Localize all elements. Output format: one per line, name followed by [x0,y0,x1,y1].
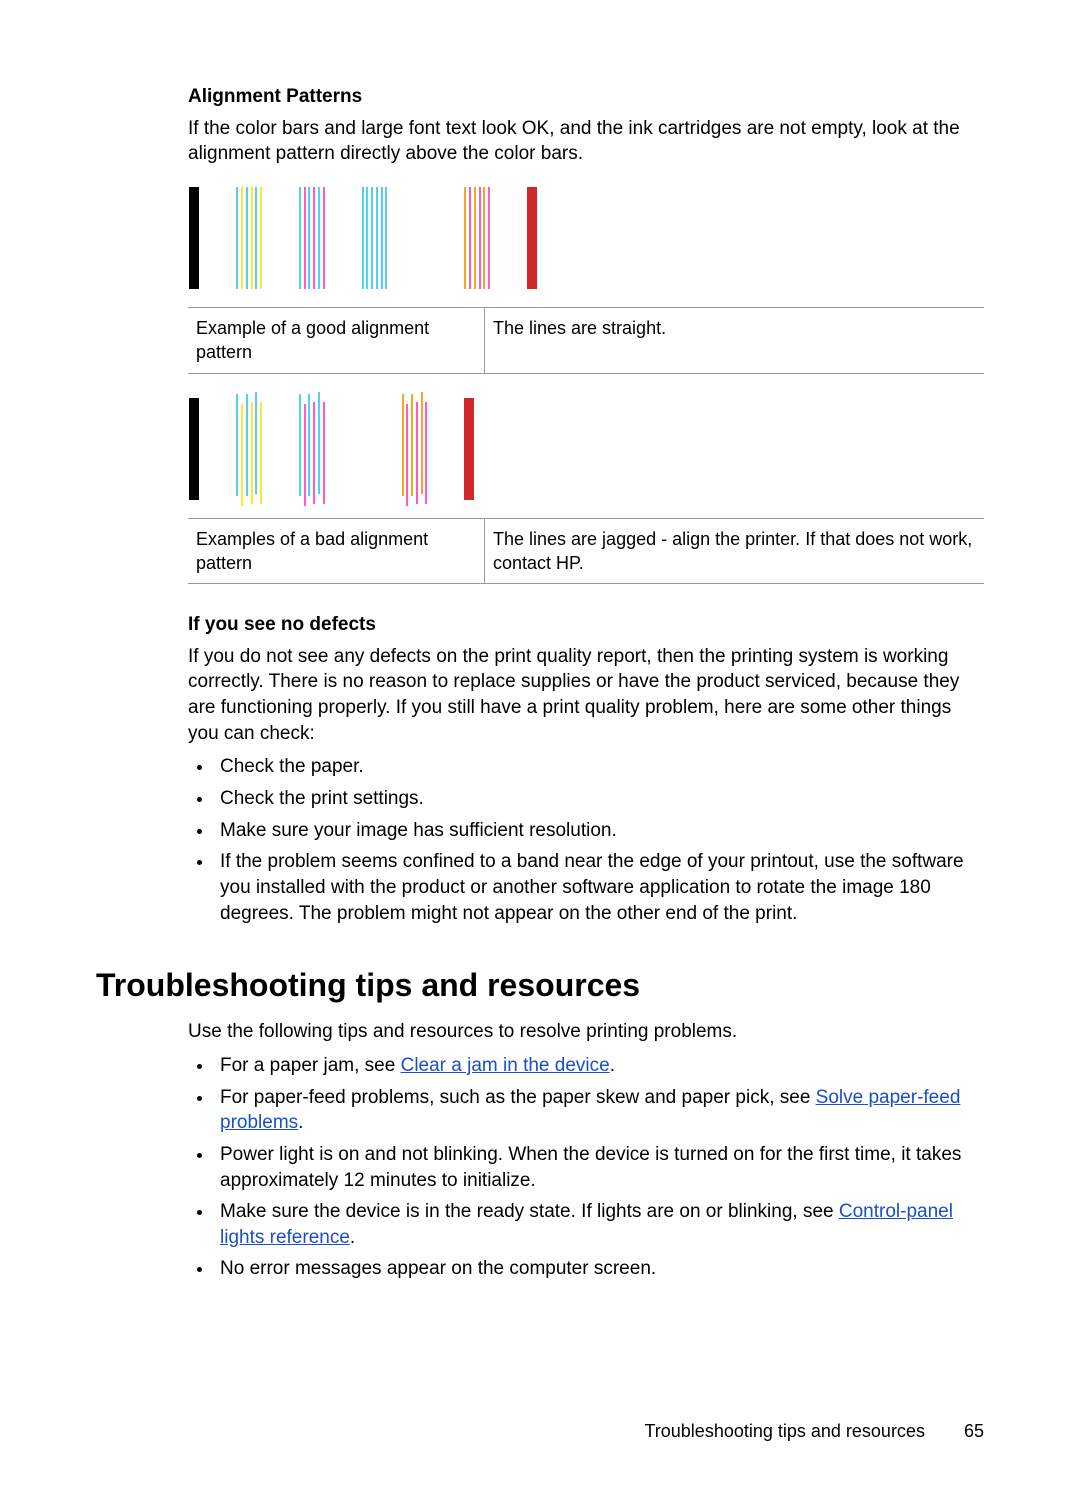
footer-section: Troubleshooting tips and resources [644,1421,925,1441]
list-item: No error messages appear on the computer… [214,1256,984,1282]
page: Alignment Patterns If the color bars and… [0,0,1080,1495]
page-title: Troubleshooting tips and resources [96,964,984,1007]
alignment-bar-icon [189,398,199,500]
tips-intro: Use the following tips and resources to … [188,1019,984,1045]
list-item: Make sure your image has sufficient reso… [214,818,984,844]
alignment-bar-icon [189,187,199,289]
intro-alignment-patterns: If the color bars and large font text lo… [188,116,984,167]
alignment-bar-icon [464,398,474,500]
alignment-group-icon [400,398,429,500]
table-cell: The lines are jagged - align the printer… [485,518,985,584]
table-good-alignment: Example of a good alignment pattern The … [188,307,984,374]
section-troubleshooting: Use the following tips and resources to … [188,1019,984,1282]
table-cell: The lines are straight. [485,307,985,373]
tip-text: For paper-feed problems, such as the pap… [220,1087,816,1108]
tip-text: . [610,1055,615,1076]
tip-text: For a paper jam, see [220,1055,401,1076]
page-footer: Troubleshooting tips and resources 65 [644,1419,984,1443]
alignment-group-icon [297,187,326,289]
list-item: If the problem seems confined to a band … [214,849,984,926]
tip-text: Power light is on and not blinking. When… [220,1144,961,1191]
alignment-bar-icon [527,187,537,289]
tip-text: . [350,1227,355,1248]
table-cell: Example of a good alignment pattern [188,307,485,373]
alignment-group-icon [360,187,389,289]
section-alignment-patterns: Alignment Patterns If the color bars and… [188,84,984,926]
table-cell: Examples of a bad alignment pattern [188,518,485,584]
list-item: For paper-feed problems, such as the pap… [214,1085,984,1136]
intro-no-defects: If you do not see any defects on the pri… [188,644,984,747]
figure-good-alignment [188,187,984,289]
link-clear-jam[interactable]: Clear a jam in the device [401,1055,610,1076]
tips-list: For a paper jam, see Clear a jam in the … [188,1053,984,1282]
page-number: 65 [964,1421,984,1441]
table-bad-alignment: Examples of a bad alignment pattern The … [188,518,984,585]
tip-text: No error messages appear on the computer… [220,1258,656,1279]
alignment-group-icon [463,187,492,289]
tip-text: . [298,1112,303,1133]
list-item: Make sure the device is in the ready sta… [214,1199,984,1250]
alignment-group-icon [297,398,326,500]
list-item: For a paper jam, see Clear a jam in the … [214,1053,984,1079]
figure-bad-alignment [188,398,984,500]
list-item: Power light is on and not blinking. When… [214,1142,984,1193]
heading-no-defects: If you see no defects [188,612,984,638]
alignment-group-icon [235,187,264,289]
tip-text: Make sure the device is in the ready sta… [220,1201,839,1222]
list-item: Check the paper. [214,754,984,780]
list-item: Check the print settings. [214,786,984,812]
no-defects-list: Check the paper. Check the print setting… [188,754,984,926]
alignment-group-icon [235,398,264,500]
heading-alignment-patterns: Alignment Patterns [188,84,984,110]
